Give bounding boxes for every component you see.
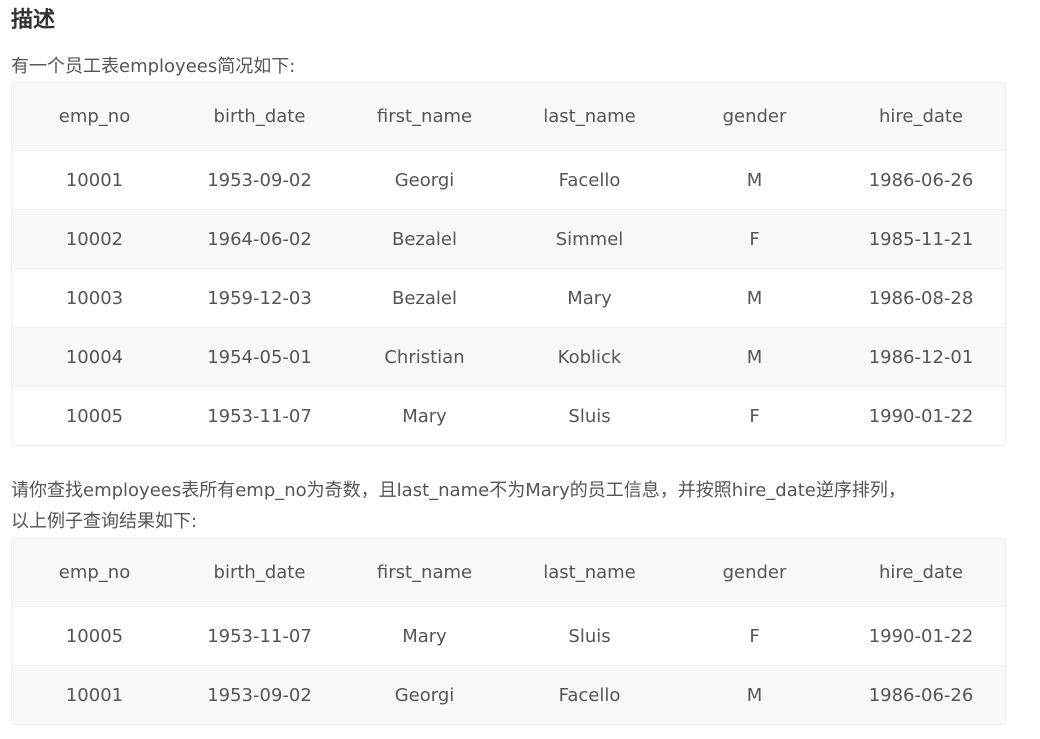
- result-table: emp_no birth_date first_name last_name g…: [11, 538, 1006, 725]
- table-row: 10003 1959-12-03 Bezalel Mary M 1986-08-…: [12, 269, 1005, 328]
- cell-first-name: Mary: [342, 607, 507, 666]
- cell-last-name: Mary: [507, 269, 672, 328]
- column-header-first-name: first_name: [342, 539, 507, 607]
- table-row: 10005 1953-11-07 Mary Sluis F 1990-01-22: [12, 607, 1005, 666]
- table-row: 10002 1964-06-02 Bezalel Simmel F 1985-1…: [12, 210, 1005, 269]
- cell-birth-date: 1953-09-02: [177, 151, 342, 210]
- table-header-row: emp_no birth_date first_name last_name g…: [12, 539, 1005, 607]
- column-header-gender: gender: [672, 539, 837, 607]
- cell-emp-no: 10005: [12, 607, 177, 666]
- cell-gender: M: [672, 151, 837, 210]
- cell-last-name: Facello: [507, 666, 672, 724]
- column-header-gender: gender: [672, 83, 837, 151]
- cell-last-name: Simmel: [507, 210, 672, 269]
- cell-gender: M: [672, 328, 837, 387]
- cell-hire-date: 1986-06-26: [837, 151, 1005, 210]
- cell-emp-no: 10002: [12, 210, 177, 269]
- table-row: 10005 1953-11-07 Mary Sluis F 1990-01-22: [12, 387, 1005, 445]
- cell-emp-no: 10001: [12, 666, 177, 724]
- cell-emp-no: 10003: [12, 269, 177, 328]
- cell-hire-date: 1986-06-26: [837, 666, 1005, 724]
- column-header-emp-no: emp_no: [12, 539, 177, 607]
- cell-emp-no: 10004: [12, 328, 177, 387]
- cell-first-name: Bezalel: [342, 210, 507, 269]
- cell-first-name: Georgi: [342, 151, 507, 210]
- cell-birth-date: 1953-09-02: [177, 666, 342, 724]
- table-row: 10001 1953-09-02 Georgi Facello M 1986-0…: [12, 151, 1005, 210]
- column-header-first-name: first_name: [342, 83, 507, 151]
- column-header-birth-date: birth_date: [177, 539, 342, 607]
- cell-hire-date: 1985-11-21: [837, 210, 1005, 269]
- section-heading: 描述: [11, 8, 56, 33]
- cell-gender: F: [749, 405, 760, 427]
- intro-text: 有一个员工表employees简况如下:: [11, 56, 296, 77]
- column-header-hire-date: hire_date: [837, 539, 1005, 607]
- cell-birth-date: 1959-12-03: [177, 269, 342, 328]
- cell-gender: F: [672, 607, 837, 666]
- column-header-birth-date: birth_date: [177, 83, 342, 151]
- cell-emp-no: 10001: [12, 151, 177, 210]
- cell-birth-date: 1953-11-07: [177, 607, 342, 666]
- cell-gender: F: [672, 210, 837, 269]
- cell-last-name: Sluis: [507, 607, 672, 666]
- cell-hire-date: 1986-12-01: [837, 328, 1005, 387]
- table-row: 10001 1953-09-02 Georgi Facello M 1986-0…: [12, 666, 1005, 724]
- cell-hire-date: 1986-08-28: [837, 269, 1005, 328]
- cell-hire-date: 1990-01-22: [868, 405, 974, 427]
- column-header-emp-no: emp_no: [12, 83, 177, 151]
- question-text: 请你查找employees表所有emp_no为奇数，且last_name不为Ma…: [11, 475, 1026, 537]
- employees-table: emp_no birth_date first_name last_name g…: [11, 82, 1006, 446]
- cell-birth-date: 1954-05-01: [177, 328, 342, 387]
- question-line-1: 请你查找employees表所有emp_no为奇数，且last_name不为Ma…: [11, 480, 906, 501]
- cell-hire-date: 1990-01-22: [837, 607, 1005, 666]
- cell-last-name: Facello: [507, 151, 672, 210]
- cell-birth-date: 1964-06-02: [177, 210, 342, 269]
- cell-first-name: Georgi: [342, 666, 507, 724]
- cell-first-name: Bezalel: [342, 269, 507, 328]
- column-header-last-name: last_name: [507, 539, 672, 607]
- column-header-hire-date: hire_date: [837, 83, 1005, 151]
- cell-birth-date: 1953-11-07: [207, 405, 312, 427]
- cell-first-name: Christian: [342, 328, 507, 387]
- cell-last-name: Koblick: [507, 328, 672, 387]
- cell-emp-no: 10005: [65, 405, 124, 427]
- question-line-2: 以上例子查询结果如下:: [11, 511, 198, 532]
- table-header-row: emp_no birth_date first_name last_name g…: [12, 83, 1005, 151]
- column-header-last-name: last_name: [507, 83, 672, 151]
- cell-gender: M: [672, 269, 837, 328]
- cell-first-name: Mary: [402, 405, 447, 427]
- cell-last-name: Sluis: [568, 405, 611, 427]
- table-row: 10004 1954-05-01 Christian Koblick M 198…: [12, 328, 1005, 387]
- cell-gender: M: [672, 666, 837, 724]
